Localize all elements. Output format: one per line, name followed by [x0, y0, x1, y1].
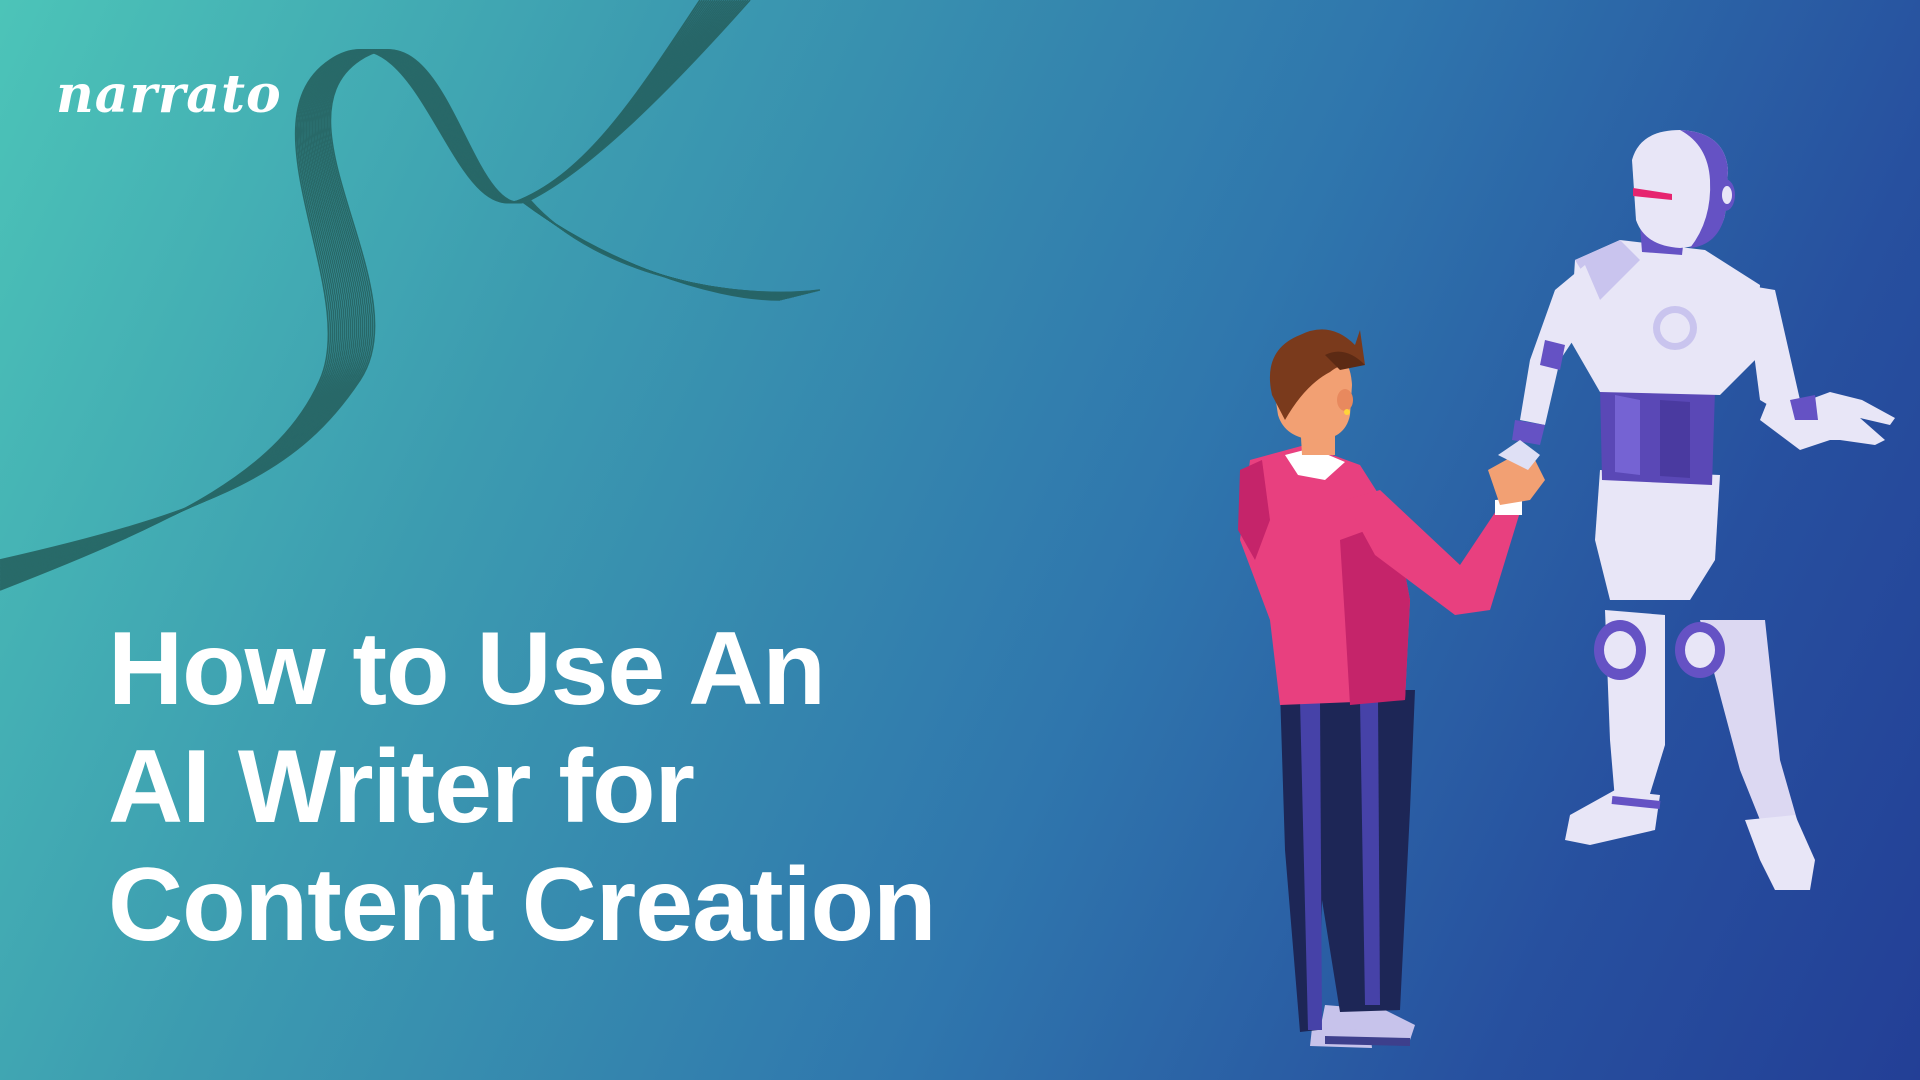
title-line-1: How to Use An [108, 611, 826, 727]
page-title: How to Use An AI Writer for Content Crea… [108, 610, 937, 964]
narrato-logo: narrato [56, 64, 282, 125]
robot-figure [1512, 130, 1895, 890]
banner-canvas: narrato How to Use An AI Writer for Cont… [0, 0, 1920, 1080]
man-figure [1238, 329, 1545, 1048]
title-line-2: AI Writer for [108, 729, 695, 845]
title-line-3: Content Creation [108, 847, 937, 963]
handshake-illustration [1238, 130, 1895, 1048]
